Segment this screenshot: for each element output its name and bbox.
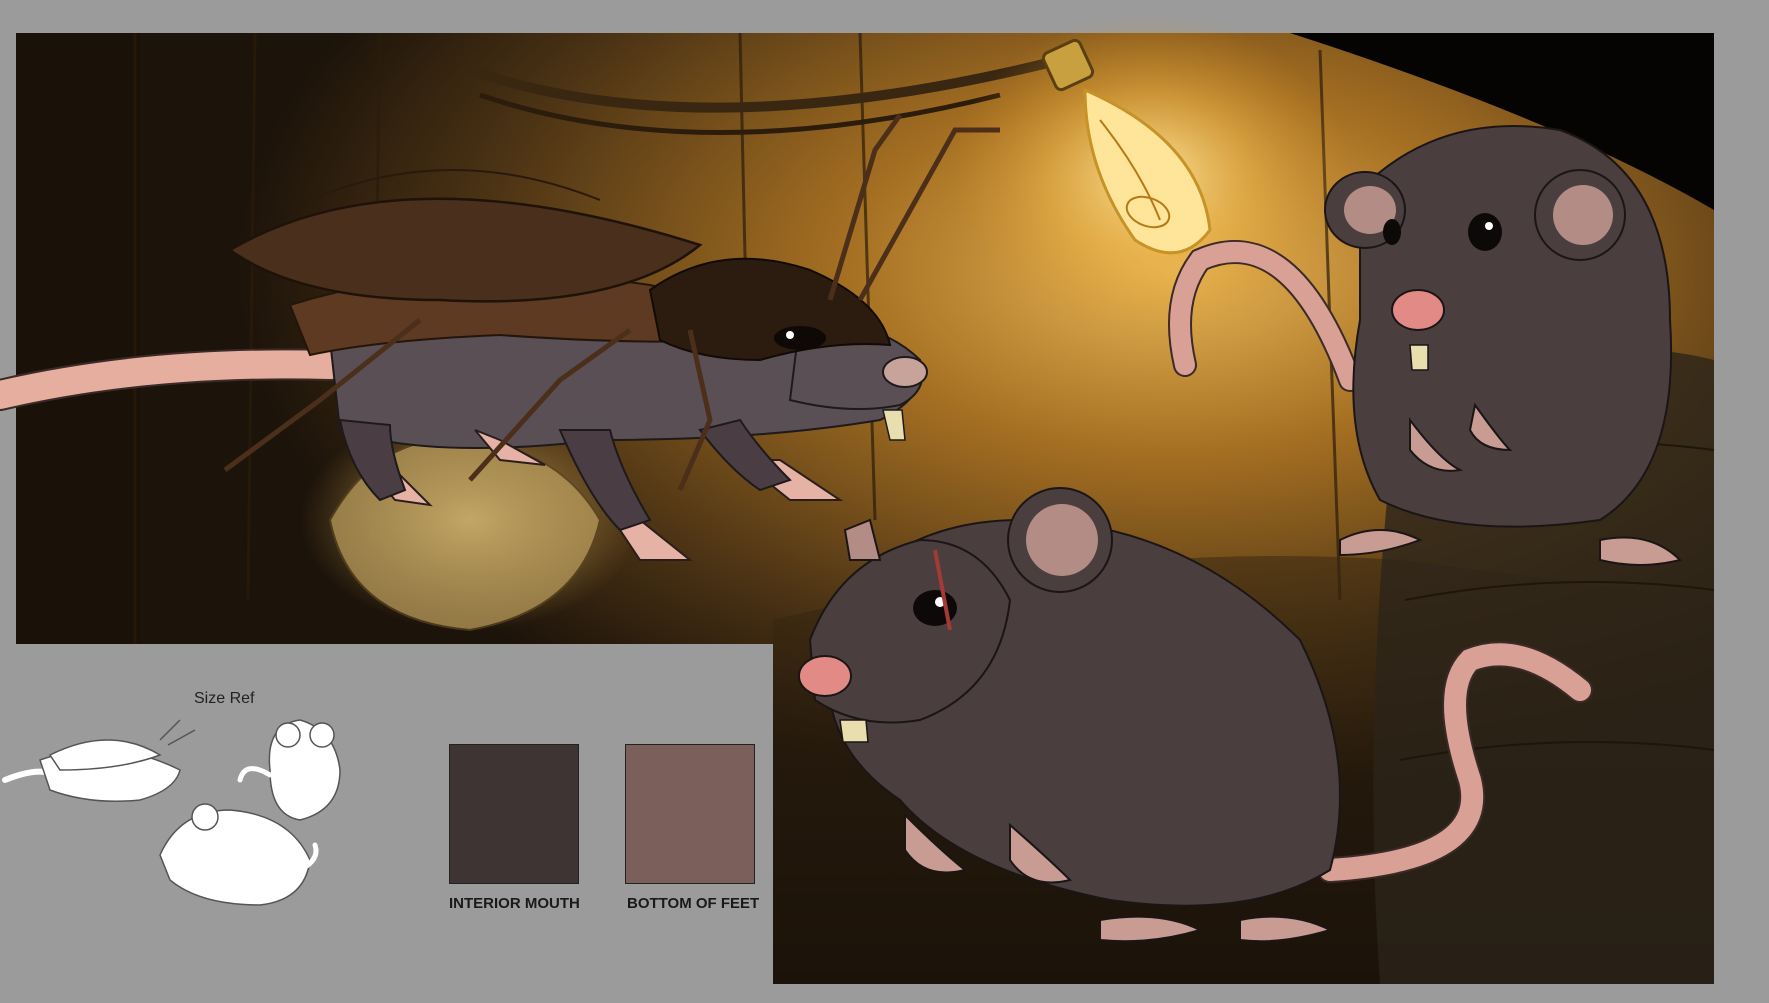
standing-rat-sketch <box>237 719 341 821</box>
bottom-of-feet-swatch <box>625 744 755 884</box>
interior-mouth-swatch <box>449 744 579 884</box>
crouching-rat-sketch <box>159 803 319 906</box>
cockroach-rat-sketch <box>2 719 196 802</box>
scene-illustration <box>0 15 1715 984</box>
size-ref-label: Size Ref <box>194 690 255 707</box>
character-sheet: Size Ref INTERIOR MOUTH BOTTOM OF FEET <box>0 0 1769 1003</box>
bottom-of-feet-label: BOTTOM OF FEET <box>627 895 760 912</box>
size-ref-sketches <box>2 719 341 906</box>
interior-mouth-label: INTERIOR MOUTH <box>449 895 580 912</box>
